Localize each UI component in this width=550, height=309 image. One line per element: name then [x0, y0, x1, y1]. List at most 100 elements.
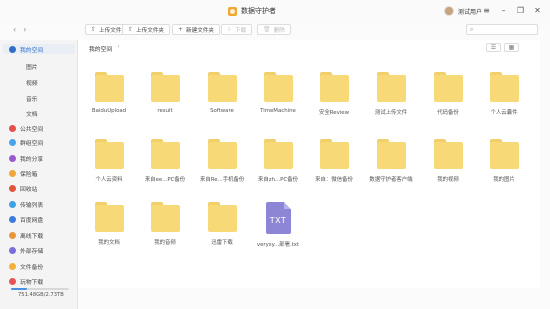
folder-icon [263, 139, 293, 169]
sidebar-item-videos[interactable]: 视频 [26, 77, 38, 87]
folder-icon [94, 139, 124, 169]
back-icon[interactable]: ‹ [13, 25, 16, 34]
item-label: verysy...部署.txt [256, 242, 300, 248]
folder-icon [319, 139, 349, 169]
new-folder-button[interactable]: + 新建文件夹 [172, 24, 221, 35]
folder-item[interactable]: 来自：微信备份 [312, 139, 356, 183]
trash-icon [9, 184, 16, 192]
maximize-icon[interactable]: ❐ [516, 6, 525, 15]
sidebar-item-my-share[interactable]: 我的分享 [9, 153, 43, 163]
folder-item[interactable]: 个人云资料 [87, 139, 131, 183]
item-label: 我的视频 [437, 177, 459, 183]
folder-item[interactable]: 迅雷下载 [200, 202, 244, 246]
search-input[interactable]: ⌕ [466, 24, 538, 35]
breadcrumb: 我的空间 › [89, 44, 120, 53]
folder-item[interactable]: BaiduUpload [87, 72, 131, 114]
sidebar-item-my-space[interactable]: 我的空间 [3, 44, 75, 54]
list-view-button[interactable]: ☰ [486, 43, 501, 52]
folder-item[interactable]: Software [200, 72, 244, 114]
minimize-icon[interactable]: – [499, 6, 508, 15]
sidebar-item-docs[interactable]: 文档 [26, 108, 38, 118]
chevron-right-icon: › [117, 44, 120, 50]
item-label: 代码备份 [437, 110, 459, 116]
sidebar-item-baidu-pan[interactable]: 百度网盘 [9, 214, 43, 224]
item-label: 来自Re...手机备份 [200, 177, 245, 183]
item-label: 数据守护者客户端 [369, 177, 413, 183]
offline-download-icon [9, 231, 16, 239]
app-logo-icon [228, 6, 237, 16]
item-label: TimeMachine [260, 108, 296, 114]
sidebar-item-external-storage[interactable]: 外部存储 [9, 245, 43, 255]
sidebar-item-wanwu-download[interactable]: 玩物下载 [9, 276, 43, 286]
folder-item[interactable]: 代码备份 [426, 72, 470, 116]
folder-icon [94, 72, 124, 102]
download-icon: ⇩ [227, 26, 233, 33]
download-button[interactable]: ⇩ 下载 [221, 24, 253, 35]
baidu-icon [9, 215, 16, 223]
public-space-icon [9, 124, 16, 132]
sidebar-item-public-space[interactable]: 公共空间 [9, 123, 43, 133]
group-space-icon [9, 138, 16, 146]
folder-item[interactable]: 数据守护者客户端 [369, 139, 413, 183]
grid-view-icon: ▦ [508, 44, 515, 51]
title-bar: 数据守护者 测试用户 ≡ – ❐ ✕ [0, 0, 550, 22]
sidebar-item-images[interactable]: 图片 [26, 61, 38, 71]
folder-item[interactable]: 我的视频 [426, 139, 470, 183]
sidebar-item-music[interactable]: 音乐 [26, 93, 38, 103]
list-view-icon: ☰ [490, 44, 497, 51]
item-label: BaiduUpload [91, 108, 127, 114]
sidebar-item-group-space[interactable]: 群组空间 [9, 137, 43, 147]
app-title-text: 数据守护者 [241, 7, 276, 15]
app-title: 数据守护者 [228, 5, 276, 17]
upload-folder-button[interactable]: ⇧ 上传文件夹 [122, 24, 171, 35]
item-label: 安全Review [318, 110, 349, 116]
delete-button[interactable]: 🗑 删除 [257, 24, 291, 35]
folder-icon [207, 72, 237, 102]
sidebar-item-safe[interactable]: 保险箱 [9, 168, 37, 178]
sidebar-item-file-backup[interactable]: 文件备份 [9, 261, 43, 271]
folder-icon [94, 202, 124, 232]
item-label: 测试上传文件 [374, 110, 408, 116]
sidebar-item-transfer-list[interactable]: 传输列表 [9, 199, 43, 209]
forward-icon[interactable]: › [23, 25, 26, 34]
folder-icon [376, 139, 406, 169]
folder-item[interactable]: 个人云囊件 [482, 72, 526, 116]
folder-icon [150, 202, 180, 232]
folder-icon [150, 72, 180, 102]
menu-icon[interactable]: ≡ [482, 6, 491, 15]
folder-item[interactable]: 我的文档 [87, 202, 131, 246]
item-label: result [157, 108, 173, 114]
item-label: 我的文档 [98, 240, 120, 246]
folder-icon [489, 139, 519, 169]
folder-item[interactable]: TimeMachine [256, 72, 300, 114]
item-label: 迅雷下载 [211, 240, 233, 246]
storage-progress [11, 288, 69, 290]
folder-item[interactable]: 我的音频 [143, 202, 187, 246]
txt-file-icon: TXT [265, 202, 291, 234]
close-icon[interactable]: ✕ [533, 6, 542, 15]
folder-item[interactable]: 安全Review [312, 72, 356, 116]
storage-text: 751.48GB/2.73TB [18, 292, 64, 298]
item-label: 我的音频 [154, 240, 176, 246]
folder-item[interactable]: 来自ee...PC备份 [143, 139, 187, 183]
upload-icon: ⇧ [91, 26, 97, 33]
sidebar-item-offline-download[interactable]: 离线下载 [9, 230, 43, 240]
breadcrumb-item[interactable]: 我的空间 [89, 44, 112, 53]
folder-item[interactable]: 来自zh...PC备份 [256, 139, 300, 183]
folder-item[interactable]: 来自Re...手机备份 [200, 139, 244, 183]
user-menu[interactable]: 测试用户 [444, 6, 482, 16]
folder-item[interactable]: 测试上传文件 [369, 72, 413, 116]
sidebar-item-recycle-bin[interactable]: 回收站 [9, 183, 37, 193]
folder-item[interactable]: 我的图片 [482, 139, 526, 183]
grid-view-button[interactable]: ▦ [504, 43, 519, 52]
wanwu-download-icon [9, 277, 16, 285]
folder-icon [150, 139, 180, 169]
folder-icon [433, 139, 463, 169]
file-item[interactable]: TXT verysy...部署.txt [256, 202, 300, 248]
backup-icon [9, 262, 16, 270]
share-icon [9, 154, 16, 162]
item-label: 个人云囊件 [490, 110, 518, 116]
folder-item[interactable]: result [143, 72, 187, 114]
search-icon: ⌕ [470, 25, 474, 33]
upload-folder-icon: ⇧ [128, 26, 134, 33]
